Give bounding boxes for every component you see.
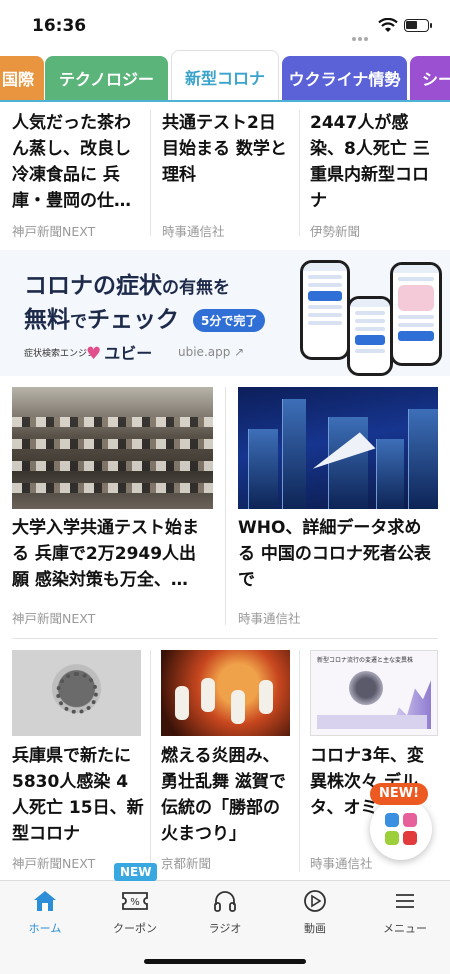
coupon-icon: % (122, 892, 148, 910)
phone-mockup-image (347, 296, 393, 376)
article-source: 神戸新聞NEXT (12, 224, 96, 239)
home-indicator[interactable] (144, 959, 306, 964)
article-source: 時事通信社 (162, 224, 225, 239)
phone-mockup-image (300, 260, 350, 360)
play-icon (304, 890, 326, 912)
article-card[interactable]: 兵庫県で新たに5830人感染 4人死亡 15日、新型コロナ 神戸新聞NEXT (12, 743, 144, 871)
tab-label: テクノロジー (58, 70, 155, 89)
tab-label: シー (422, 70, 450, 89)
tab-label: 新型コロナ (184, 68, 265, 88)
ad-text: の有無を (162, 278, 230, 298)
menu-icon (396, 894, 414, 908)
nav-label: ホーム (28, 922, 62, 935)
nav-radio[interactable]: ラジオ (180, 889, 270, 936)
article-card[interactable]: 燃える炎囲み、勇壮乱舞 滋賀で伝統の「勝部の火まつり」 京都新聞 (161, 743, 293, 871)
divider (150, 650, 151, 872)
tab-technology[interactable]: テクノロジー (45, 56, 168, 100)
article-headline: 兵庫県で新たに5830人感染 4人死亡 15日、新型コロナ (12, 746, 144, 844)
article-card[interactable]: 共通テスト2日目始まる 数学と理科 時事通信社 (162, 110, 290, 240)
tab-covid[interactable]: 新型コロナ (171, 50, 279, 100)
article-headline: 共通テスト2日目始まる 数学と理科 (162, 113, 287, 185)
divider (150, 110, 151, 236)
apps-launcher-button[interactable] (370, 798, 432, 860)
signal-dots-icon (352, 26, 374, 60)
ad-headline-2: 無料でチェック 5分で完了 (24, 300, 266, 334)
category-tabs: 国際 テクノロジー 新型コロナ ウクライナ情勢 シー (0, 50, 450, 102)
article-source: 伊勢新聞 (310, 224, 361, 239)
status-bar: 16:36 (0, 0, 450, 60)
ad-url: ubie.app ↗ (178, 345, 244, 359)
article-headline: 大学入学共通テスト始まる 兵庫で2万2949人出願 感染対策も万全、… (12, 518, 199, 590)
svg-text:%: % (130, 897, 140, 908)
ad-text: コロナの症状 (24, 273, 162, 299)
nav-label: 動画 (304, 922, 326, 935)
article-source: 京都新聞 (161, 856, 212, 871)
article-source: 神戸新聞NEXT (12, 856, 96, 871)
ad-headline-1: コロナの症状の有無を (24, 266, 230, 300)
app-tile-icon (403, 831, 417, 845)
article-headline: 燃える炎囲み、勇壮乱舞 滋賀で伝統の「勝部の火まつり」 (161, 746, 286, 844)
image-caption: 新型コロナ流行の変遷と主な変異株 (317, 657, 414, 664)
coupon-new-badge: NEW (114, 863, 158, 881)
article-headline: WHO、詳細データ求める 中国のコロナ死者公表で (238, 518, 431, 590)
nav-label: メニュー (383, 922, 427, 935)
divider (225, 387, 226, 625)
ad-text: チェック (87, 307, 179, 333)
wifi-icon (378, 18, 398, 32)
ad-text: で (70, 312, 87, 332)
nav-video[interactable]: 動画 (270, 889, 360, 936)
variant-chart-image[interactable]: 新型コロナ流行の変遷と主な変異株 (310, 650, 438, 736)
nav-coupon[interactable]: % クーポン (90, 889, 180, 936)
app-tile-icon (385, 813, 399, 827)
ad-url-text: ubie.app (178, 345, 231, 359)
article-source: 時事通信社 (238, 611, 301, 626)
app-tile-icon (385, 831, 399, 845)
nav-label: クーポン (113, 922, 157, 935)
nav-menu[interactable]: メニュー (360, 889, 450, 936)
ad-banner[interactable]: コロナの症状の有無を 無料でチェック 5分で完了 症状検索エンジン ♥ ユビー u… (0, 250, 450, 376)
tab-label: 国際 (1, 70, 34, 89)
ad-brand: ♥ ユビー (86, 340, 152, 364)
external-link-icon: ↗ (234, 345, 245, 359)
article-source: 神戸新聞NEXT (12, 611, 96, 626)
new-badge: NEW! (370, 783, 429, 805)
article-card[interactable]: 2447人が感染、8人死亡 三重県内新型コロナ 伊勢新聞 (310, 110, 440, 240)
headphones-icon (214, 891, 236, 912)
phone-mockup-image (390, 262, 442, 366)
virus-micrograph-photo[interactable] (12, 650, 141, 736)
tab-next[interactable]: シー (410, 56, 450, 100)
home-icon (34, 891, 56, 911)
ad-text: 無料 (24, 307, 70, 333)
article-card[interactable]: 人気だった茶わん蒸し、改良し冷凍食品に 兵庫・豊岡の仕… 神戸新聞NEXT (12, 110, 142, 240)
fire-festival-photo[interactable] (161, 650, 290, 736)
exam-hall-photo[interactable] (12, 387, 213, 509)
article-source: 時事通信社 (310, 856, 373, 871)
article-headline: 2447人が感染、8人死亡 三重県内新型コロナ (310, 113, 430, 211)
skyscraper-photo[interactable] (238, 387, 438, 509)
battery-icon (404, 19, 432, 32)
tab-international[interactable]: 国際 (0, 56, 44, 100)
heart-logo-icon: ♥ (86, 344, 102, 364)
nav-label: ラジオ (208, 922, 242, 935)
app-tile-icon (403, 813, 417, 827)
article-card[interactable]: 大学入学共通テスト始まる 兵庫で2万2949人出願 感染対策も万全、… 神戸新聞… (12, 515, 213, 627)
article-card[interactable]: WHO、詳細データ求める 中国のコロナ死者公表で 時事通信社 (238, 515, 438, 627)
nav-home[interactable]: ホーム (0, 889, 90, 936)
tab-label: ウクライナ情勢 (288, 70, 401, 89)
ad-brand-name: ユビー (104, 344, 153, 363)
status-time: 16:36 (32, 16, 87, 36)
tab-ukraine[interactable]: ウクライナ情勢 (282, 56, 407, 100)
divider (299, 110, 300, 236)
divider (12, 638, 438, 639)
article-headline: 人気だった茶わん蒸し、改良し冷凍食品に 兵庫・豊岡の仕… (12, 113, 131, 211)
divider (299, 650, 300, 872)
ad-duration-pill: 5分で完了 (193, 309, 266, 332)
